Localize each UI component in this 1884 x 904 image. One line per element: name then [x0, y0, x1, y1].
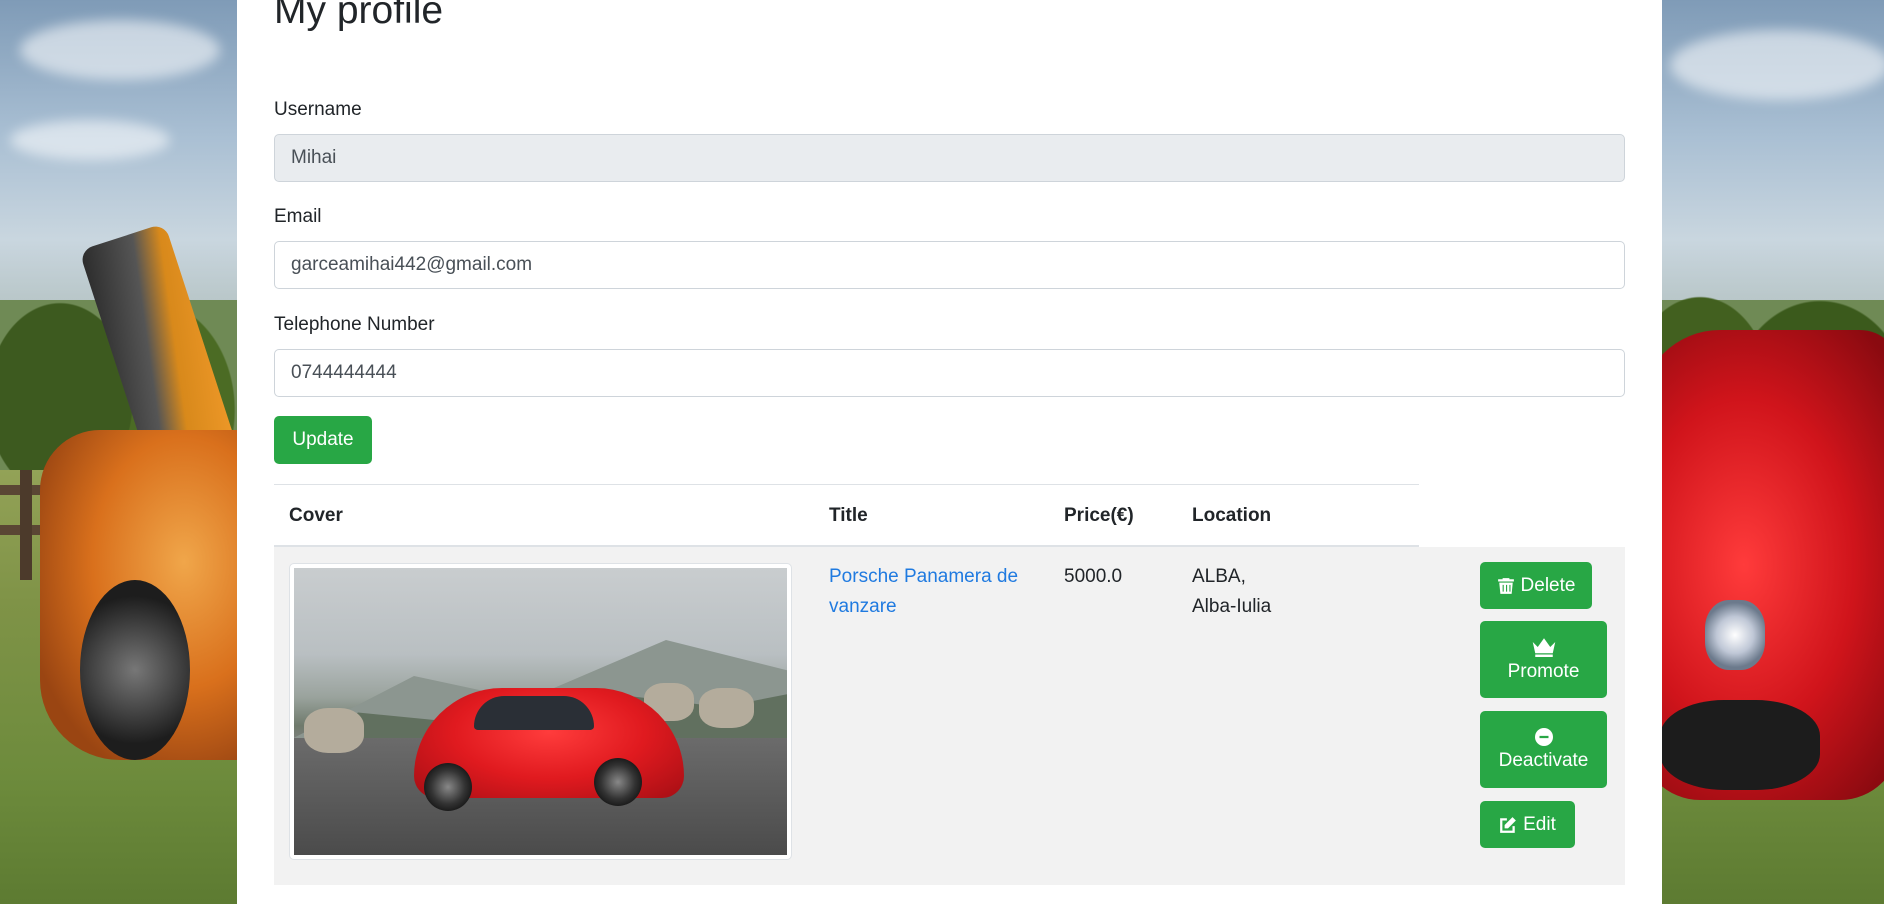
minus-circle-icon — [1534, 727, 1553, 746]
update-button[interactable]: Update — [274, 416, 372, 464]
porsche-wheel — [424, 763, 472, 811]
promote-label: Promote — [1507, 660, 1580, 682]
porsche-wheel — [594, 758, 642, 806]
phone-field[interactable]: 0744444444 — [274, 349, 1625, 397]
phone-label: Telephone Number — [274, 314, 435, 335]
username-label: Username — [274, 99, 362, 120]
cloud — [10, 120, 170, 160]
email-label: Email — [274, 206, 322, 227]
table-header: Cover Title Price(€) Location — [274, 484, 1419, 547]
cover-image — [294, 568, 787, 855]
cover-thumbnail[interactable] — [289, 563, 792, 860]
delete-button[interactable]: Delete — [1480, 562, 1592, 609]
profile-card: My profile Username Mihai Email garceami… — [237, 0, 1662, 904]
porsche-window — [474, 696, 594, 730]
listing-price: 5000.0 — [1064, 566, 1123, 587]
edit-button[interactable]: Edit — [1480, 801, 1575, 848]
page-title: My profile — [274, 0, 444, 32]
rock — [699, 688, 754, 728]
red-car-headlight — [1705, 600, 1765, 670]
location-county: ALBA, — [1192, 566, 1246, 587]
cloud — [1670, 30, 1884, 100]
username-value: Mihai — [291, 147, 337, 168]
listing-title-link[interactable]: Porsche Panamera de vanzare — [829, 562, 1029, 622]
orange-car-wheel — [80, 580, 190, 760]
deactivate-button[interactable]: Deactivate — [1480, 711, 1607, 788]
rock — [304, 708, 364, 753]
listing-location: ALBA, Alba-Iulia — [1192, 562, 1271, 622]
column-header-title: Title — [829, 505, 868, 526]
fence-post — [20, 470, 32, 580]
location-city: Alba-Iulia — [1192, 596, 1272, 617]
delete-label: Delete — [1520, 574, 1576, 596]
phone-value: 0744444444 — [291, 362, 397, 383]
edit-label: Edit — [1523, 813, 1556, 835]
email-field[interactable]: garceamihai442@gmail.com — [274, 241, 1625, 289]
deactivate-label: Deactivate — [1498, 749, 1589, 771]
column-header-cover: Cover — [289, 505, 343, 526]
column-header-location: Location — [1192, 505, 1272, 526]
trash-icon — [1497, 577, 1514, 594]
cloud — [20, 20, 220, 80]
username-field: Mihai — [274, 134, 1625, 182]
column-header-price: Price(€) — [1064, 505, 1134, 526]
table-row: Porsche Panamera de vanzare 5000.0 ALBA,… — [274, 547, 1625, 885]
edit-icon — [1500, 816, 1516, 833]
crown-icon — [1532, 637, 1555, 657]
promote-button[interactable]: Promote — [1480, 621, 1607, 698]
red-car-wheel — [1660, 700, 1820, 790]
email-value: garceamihai442@gmail.com — [291, 254, 533, 275]
